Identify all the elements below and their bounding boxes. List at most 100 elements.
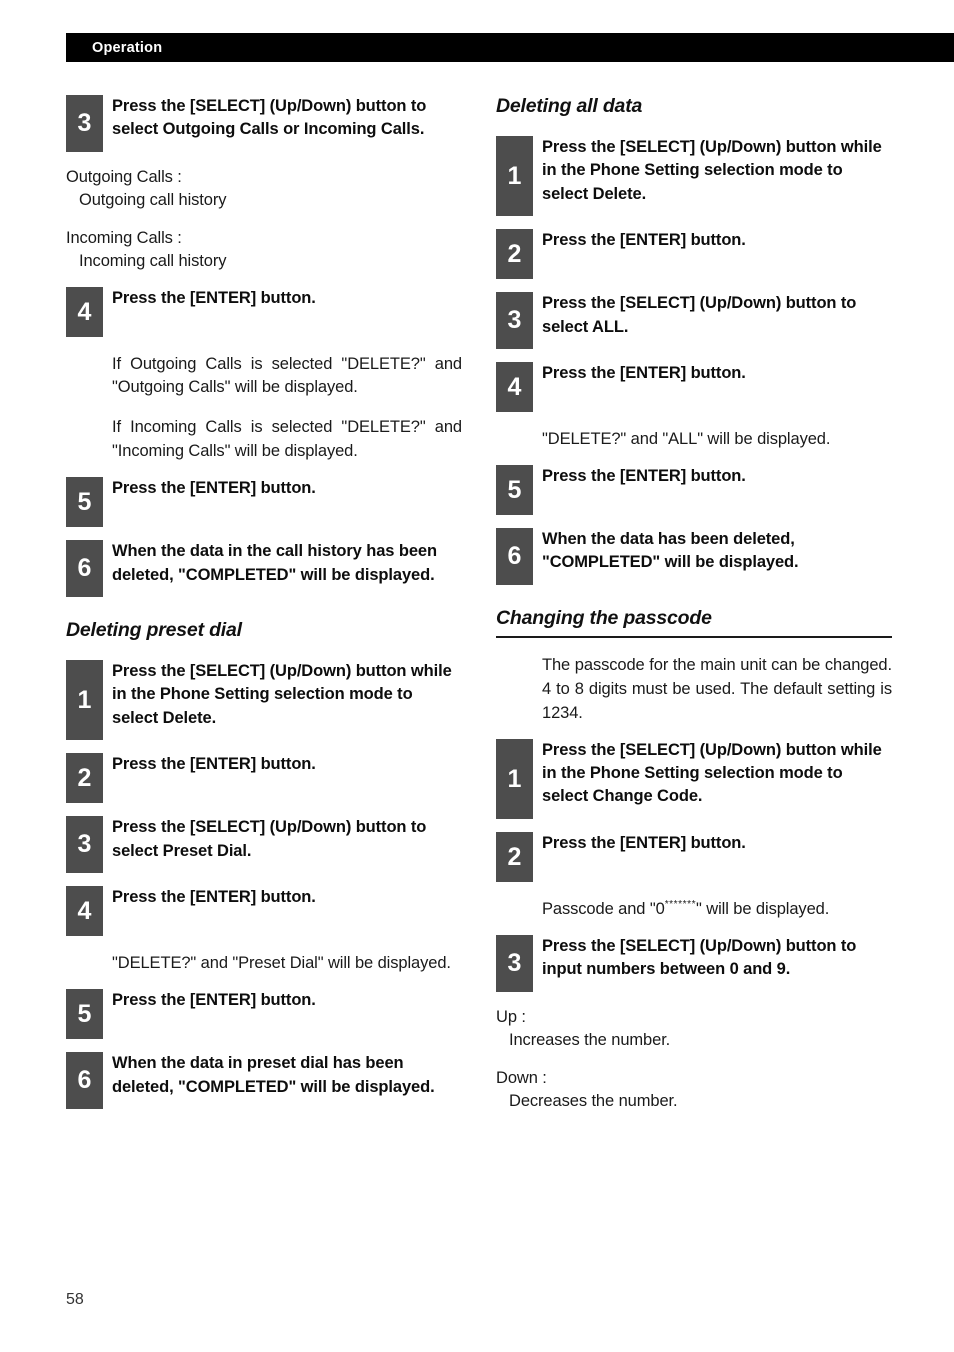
step-instruction-text: Press the [ENTER] button. bbox=[112, 991, 316, 1010]
step-number-badge: 4 bbox=[496, 362, 533, 413]
step-item: 6 When the data in the call history has b… bbox=[66, 540, 462, 598]
step-item: 2 Press the [ENTER] button. bbox=[496, 831, 892, 882]
step-number: 3 bbox=[77, 109, 92, 137]
step-number: 6 bbox=[77, 1066, 92, 1095]
step-number: 1 bbox=[77, 686, 92, 715]
left-column: 3 Press the [SELECT] (Up/Down) button to … bbox=[66, 95, 462, 1109]
step-number-badge: 2 bbox=[66, 753, 103, 804]
step-instruction-text: Press the [ENTER] button. bbox=[112, 479, 316, 498]
step-instruction-text: Press the [ENTER] button. bbox=[112, 755, 316, 774]
step-instruction-text: Press the [SELECT] (Up/Down) button to s… bbox=[542, 294, 857, 336]
definition-description: Incoming call history bbox=[79, 252, 227, 271]
step-item: 3 Press the [SELECT] (Up/Down) button to … bbox=[496, 292, 892, 350]
definition-term: Outgoing Calls : bbox=[66, 167, 182, 186]
passcode-text-after: " will be displayed. bbox=[696, 899, 830, 918]
step-item: 1 Press the [SELECT] (Up/Down) button whi… bbox=[66, 660, 462, 741]
step-number-badge: 1 bbox=[66, 660, 103, 741]
step-number-badge: 1 bbox=[496, 738, 533, 819]
step-number: 2 bbox=[77, 764, 92, 793]
passcode-masked-digits: ******* bbox=[664, 899, 697, 911]
step-item: 1 Press the [SELECT] (Up/Down) button whi… bbox=[496, 738, 892, 819]
step-item: 6 When the data in preset dial has been d… bbox=[66, 1052, 462, 1109]
definition-item: Down : Decreases the number. bbox=[496, 1067, 892, 1114]
step-number: 6 bbox=[507, 542, 522, 571]
body-paragraph-passcode: Passcode and "0*******" will be displaye… bbox=[496, 898, 892, 922]
definition-term: Down : bbox=[496, 1068, 547, 1087]
step-number: 5 bbox=[77, 488, 92, 517]
step-instruction-text: Press the [SELECT] (Up/Down) button whil… bbox=[112, 662, 452, 727]
step-item: 3 Press the [SELECT] (Up/Down) button to … bbox=[496, 934, 892, 992]
step-instruction-text: Press the [ENTER] button. bbox=[542, 833, 746, 852]
step-instruction-text: Press the [ENTER] button. bbox=[542, 231, 746, 250]
step-number-badge: 6 bbox=[66, 540, 103, 598]
step-number: 6 bbox=[77, 554, 92, 583]
step-number-badge: 1 bbox=[496, 136, 533, 217]
definition-description: Outgoing call history bbox=[79, 191, 227, 210]
step-number-badge: 2 bbox=[496, 831, 533, 882]
page-number: 58 bbox=[66, 1291, 84, 1308]
step-instruction-text: Press the [ENTER] button. bbox=[542, 364, 746, 383]
step-number-badge: 6 bbox=[496, 528, 533, 585]
step-number: 4 bbox=[77, 297, 92, 326]
step-number-badge: 2 bbox=[496, 229, 533, 280]
step-number: 1 bbox=[507, 162, 522, 190]
body-paragraph: "DELETE?" and "Preset Dial" will be disp… bbox=[112, 954, 451, 973]
step-item: 4 Press the [ENTER] button. bbox=[66, 886, 462, 937]
step-number: 2 bbox=[507, 842, 522, 871]
step-number: 4 bbox=[507, 373, 522, 402]
step-instruction-text: Press the [SELECT] (Up/Down) button to s… bbox=[112, 818, 427, 860]
body-paragraph: If Outgoing Calls is selected "DELETE?" … bbox=[112, 354, 462, 397]
step-item: 6 When the data has been deleted, "COMPLE… bbox=[496, 528, 892, 585]
step-item: 5 Press the [ENTER] button. bbox=[496, 465, 892, 516]
step-instruction-text: When the data in the call history has be… bbox=[112, 542, 437, 584]
running-header-title: Operation bbox=[92, 39, 163, 56]
section-heading-deleting-preset-dial: Deleting preset dial bbox=[66, 619, 242, 642]
step-item: 5 Press the [ENTER] button. bbox=[66, 477, 462, 528]
step-item: 4 Press the [ENTER] button. bbox=[66, 286, 462, 337]
step-number: 3 bbox=[507, 306, 522, 335]
section-heading-deleting-all-data: Deleting all data bbox=[496, 95, 643, 117]
step-number: 1 bbox=[507, 764, 522, 793]
definition-item: Up : Increases the number. bbox=[496, 1006, 892, 1053]
step-instruction-text: When the data in preset dial has been de… bbox=[112, 1054, 435, 1096]
step-number-badge: 3 bbox=[496, 292, 533, 350]
passcode-text-before: Passcode and "0 bbox=[542, 899, 665, 918]
step-number: 3 bbox=[77, 830, 92, 859]
step-number-badge: 5 bbox=[496, 465, 533, 516]
step-item: 2 Press the [ENTER] button. bbox=[496, 229, 892, 280]
step-item: 4 Press the [ENTER] button. bbox=[496, 362, 892, 413]
step-item: 2 Press the [ENTER] button. bbox=[66, 753, 462, 804]
right-column: Deleting all data 1 Press the [SELECT] (Up… bbox=[496, 95, 892, 1113]
step-instruction-text: Press the [SELECT] (Up/Down) button whil… bbox=[542, 740, 882, 806]
step-number: 4 bbox=[77, 897, 92, 926]
step-instruction-text: Press the [SELECT] (Up/Down) button to s… bbox=[112, 97, 427, 139]
step-number-badge: 4 bbox=[66, 886, 103, 937]
body-paragraph: The passcode for the main unit can be ch… bbox=[542, 655, 892, 722]
body-paragraph: "DELETE?" and "ALL" will be displayed. bbox=[542, 430, 831, 449]
step-number: 2 bbox=[507, 240, 522, 269]
step-item: 3 Press the [SELECT] (Up/Down) button to … bbox=[66, 95, 462, 152]
definition-item: Incoming Calls : Incoming call history bbox=[66, 227, 462, 274]
step-instruction-text: Press the [SELECT] (Up/Down) button to i… bbox=[542, 936, 857, 979]
step-instruction-text: Press the [ENTER] button. bbox=[112, 288, 316, 307]
step-number-badge: 4 bbox=[66, 286, 103, 337]
step-number: 5 bbox=[507, 476, 522, 505]
step-instruction-text: Press the [SELECT] (Up/Down) button whil… bbox=[542, 138, 882, 203]
definition-term: Up : bbox=[496, 1007, 526, 1026]
step-item: 5 Press the [ENTER] button. bbox=[66, 989, 462, 1040]
section-heading-changing-the-passcode: Changing the passcode bbox=[496, 607, 892, 638]
step-instruction-text: Press the [ENTER] button. bbox=[542, 467, 746, 486]
step-instruction-text: When the data has been deleted, "COMPLET… bbox=[542, 530, 799, 572]
step-number: 5 bbox=[77, 1000, 92, 1029]
step-number: 3 bbox=[507, 948, 522, 977]
step-item: 3 Press the [SELECT] (Up/Down) button to … bbox=[66, 816, 462, 874]
step-number-badge: 3 bbox=[66, 816, 103, 874]
step-number-badge: 6 bbox=[66, 1052, 103, 1109]
definition-description: Increases the number. bbox=[509, 1031, 671, 1050]
running-header-bar: Operation bbox=[66, 33, 954, 62]
step-number-badge: 5 bbox=[66, 989, 103, 1040]
definition-item: Outgoing Calls : Outgoing call history bbox=[66, 166, 462, 213]
definition-term: Incoming Calls : bbox=[66, 228, 182, 247]
body-paragraph: If Incoming Calls is selected "DELETE?" … bbox=[112, 418, 462, 461]
step-item: 1 Press the [SELECT] (Up/Down) button whi… bbox=[496, 136, 892, 217]
